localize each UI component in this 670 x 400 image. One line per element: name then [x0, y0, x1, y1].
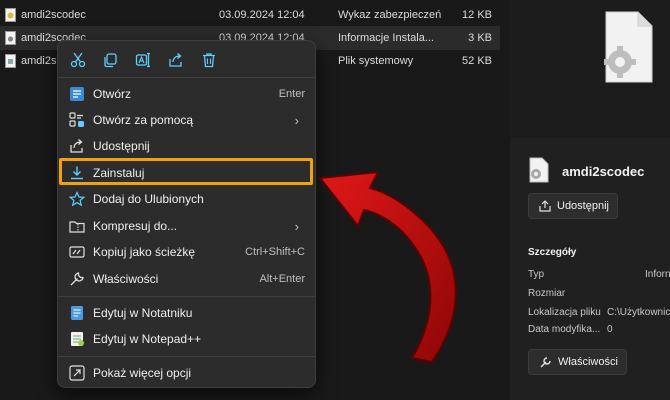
install-highlight-box [59, 158, 313, 185]
prop-value: Inforn [645, 269, 670, 280]
menu-separator [58, 356, 315, 357]
wrench-icon [70, 272, 84, 286]
copy-path-icon [69, 246, 85, 258]
file-size: 52 KB [462, 55, 492, 67]
prop-label: Rozmiar [528, 288, 566, 299]
share-button-label: Udostępnij [557, 200, 609, 212]
properties-button[interactable]: Właściwości [528, 349, 627, 375]
menu-item-label: Edytuj w Notatniku [93, 306, 193, 320]
menu-item-label: Właściwości [93, 272, 159, 286]
file-type: Informacje Instala... [338, 32, 434, 44]
menu-item-compress[interactable]: Kompresuj do... › [62, 213, 313, 239]
file-name: amdi2scodec [21, 9, 86, 21]
details-section-title: Szczegóły [528, 247, 577, 258]
menu-item-open[interactable]: Otwórz Enter [62, 81, 313, 107]
notepad-icon [71, 306, 83, 320]
menu-separator [58, 296, 315, 297]
context-menu: Otwórz Enter Otwórz za pomocą › Udostępn… [57, 40, 316, 388]
share-button[interactable]: Udostępnij [528, 193, 618, 219]
notepad-plus-plus-icon [71, 332, 84, 346]
system-file-icon [5, 54, 16, 68]
open-icon [70, 87, 84, 101]
prop-label: Data modyfika... [528, 324, 601, 335]
menu-item-label: Udostępnij [93, 139, 150, 153]
prop-label: Lokalizacja pliku [528, 307, 601, 318]
delete-icon[interactable] [201, 52, 217, 68]
share-icon[interactable] [168, 52, 184, 68]
menu-item-shortcut: Alt+Enter [259, 273, 305, 285]
details-pane: amdi2scodec Udostępnij Szczegóły Typ Inf… [510, 0, 670, 400]
menu-item-label: Dodaj do Ulubionych [93, 192, 204, 206]
open-with-icon [69, 112, 84, 127]
properties-button-label: Właściwości [558, 356, 618, 368]
menu-item-shortcut: Enter [278, 88, 305, 100]
share-icon [539, 200, 551, 212]
menu-item-label: Pokaż więcej opcji [93, 366, 192, 380]
file-type: Wykaz zabezpieczeń [338, 9, 442, 21]
compress-archive-icon [69, 221, 85, 233]
wrench-icon [540, 356, 551, 367]
menu-item-label: Edytuj w Notepad++ [93, 332, 202, 346]
menu-item-label: Kompresuj do... [93, 219, 178, 233]
menu-item-copy-path[interactable]: Kopiuj jako ścieżkę Ctrl+Shift+C [62, 239, 313, 265]
menu-item-add-favorites[interactable]: Dodaj do Ulubionych [62, 186, 313, 212]
menu-item-open-with[interactable]: Otwórz za pomocą › [62, 107, 313, 133]
file-date: 03.09.2024 12:04 [219, 9, 305, 21]
file-size: 12 KB [462, 9, 492, 21]
menu-item-label: Kopiuj jako ścieżkę [93, 245, 196, 259]
submenu-arrow-icon: › [294, 113, 299, 128]
cut-icon[interactable] [70, 52, 86, 68]
menu-item-edit-notepad[interactable]: Edytuj w Notatniku [62, 300, 313, 326]
setup-info-icon [5, 31, 16, 45]
menu-item-label: Otwórz za pomocą [93, 113, 194, 127]
prop-label: Typ [528, 269, 545, 280]
file-type-icon [529, 157, 549, 183]
prop-value: 0 [607, 324, 613, 335]
security-catalog-icon [5, 8, 16, 22]
share-icon [70, 139, 83, 153]
details-filename: amdi2scodec [562, 164, 645, 179]
rename-icon[interactable] [135, 52, 151, 68]
file-row[interactable]: amdi2scodec 03.09.2024 12:04 Wykaz zabez… [0, 3, 500, 27]
menu-separator [58, 77, 315, 78]
file-size: 3 KB [468, 32, 492, 44]
prop-value: C:\Użytkownicy [607, 307, 670, 318]
submenu-arrow-icon: › [294, 219, 299, 234]
star-icon [69, 191, 85, 207]
more-options-icon [69, 365, 85, 381]
menu-item-more-options[interactable]: Pokaż więcej opcji [62, 360, 313, 386]
menu-item-share[interactable]: Udostępnij [62, 133, 313, 159]
menu-item-edit-notepadpp[interactable]: Edytuj w Notepad++ [62, 326, 313, 352]
file-type: Plik systemowy [338, 55, 414, 67]
menu-item-label: Otwórz [93, 87, 132, 101]
file-preview-icon [604, 11, 653, 83]
copy-icon[interactable] [102, 52, 118, 68]
preview-area [510, 0, 670, 138]
menu-item-properties[interactable]: Właściwości Alt+Enter [62, 266, 313, 292]
menu-item-shortcut: Ctrl+Shift+C [245, 246, 305, 258]
